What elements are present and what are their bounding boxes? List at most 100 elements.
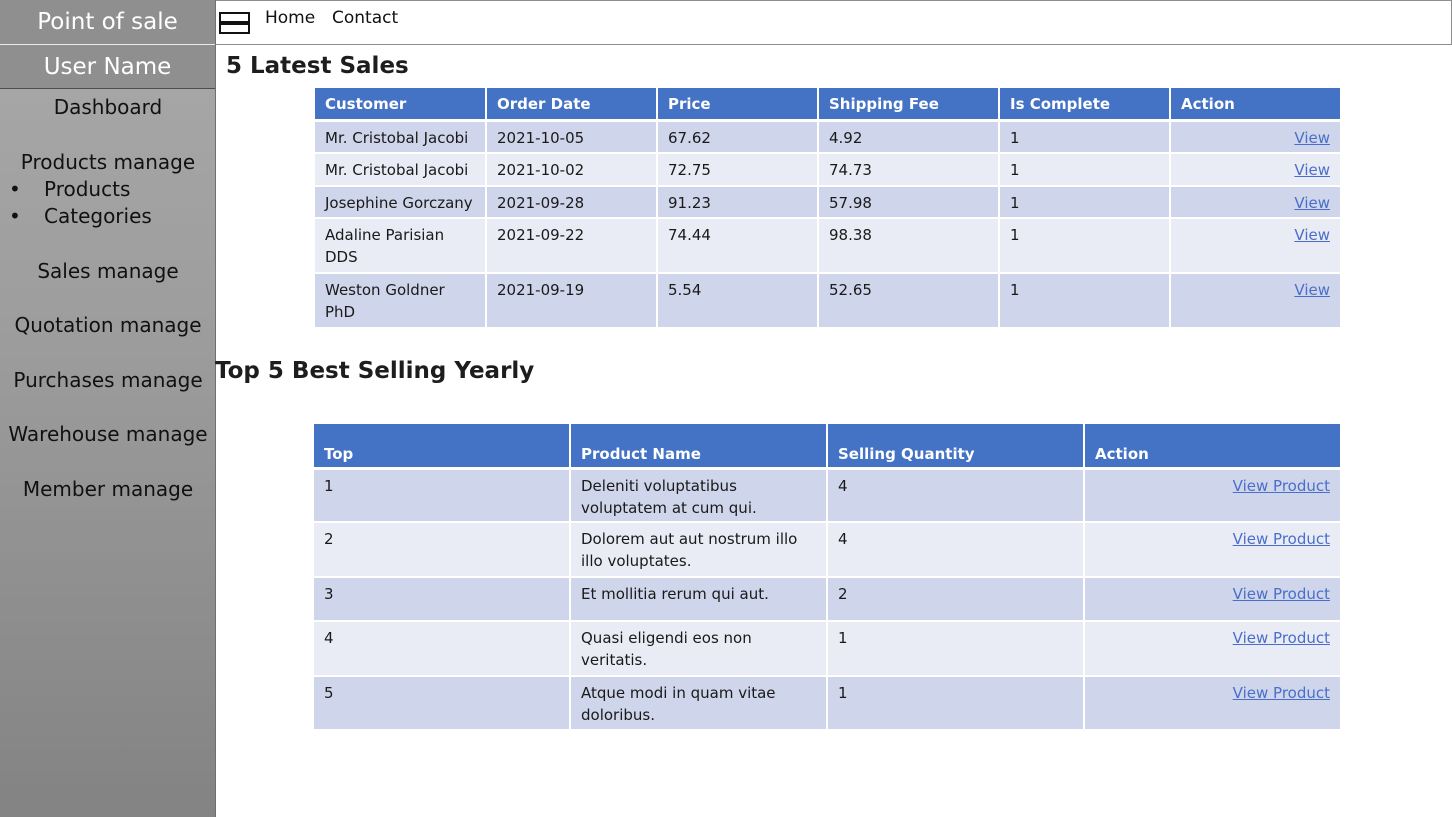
column-header-customer[interactable]: Customer bbox=[315, 88, 487, 122]
cell-product-name: Et mollitia rerum qui aut. bbox=[570, 577, 828, 622]
table-row: 2 Dolorem aut aut nostrum illo illo volu… bbox=[314, 522, 1342, 578]
column-header-action: Action bbox=[1170, 88, 1342, 122]
column-header-selling-quantity[interactable]: Selling Quantity bbox=[827, 424, 1085, 470]
table-row: 4 Quasi eligendi eos non veritatis. 1 Vi… bbox=[314, 621, 1342, 677]
cell-customer: Mr. Cristobal Jacobi bbox=[315, 120, 487, 154]
cell-order-date: 2021-10-05 bbox=[486, 120, 658, 154]
table-row: 5 Atque modi in quam vitae doloribus. 1 … bbox=[314, 676, 1342, 731]
cell-is-complete: 1 bbox=[999, 273, 1171, 329]
table-row: Josephine Gorczany 2021-09-28 91.23 57.9… bbox=[315, 186, 1342, 219]
cell-product-name: Dolorem aut aut nostrum illo illo volupt… bbox=[570, 522, 828, 578]
cell-shipping-fee: 57.98 bbox=[818, 186, 1000, 219]
column-header-price[interactable]: Price bbox=[657, 88, 819, 122]
cell-shipping-fee: 98.38 bbox=[818, 218, 1000, 274]
table-row: Adaline Parisian DDS 2021-09-22 74.44 98… bbox=[315, 218, 1342, 274]
table-row: 3 Et mollitia rerum qui aut. 2 View Prod… bbox=[314, 577, 1342, 622]
sidebar-item-sales-manage[interactable]: Sales manage bbox=[0, 259, 216, 283]
column-header-order-date[interactable]: Order Date bbox=[486, 88, 658, 122]
column-header-is-complete[interactable]: Is Complete bbox=[999, 88, 1171, 122]
cell-selling-quantity: 1 bbox=[827, 676, 1085, 731]
sidebar-subitem-products[interactable]: • Products bbox=[0, 177, 216, 203]
cell-selling-quantity: 4 bbox=[827, 468, 1085, 523]
cell-top: 2 bbox=[314, 522, 571, 578]
cell-order-date: 2021-09-19 bbox=[486, 273, 658, 329]
cell-action: View Product bbox=[1084, 577, 1342, 622]
cell-customer: Mr. Cristobal Jacobi bbox=[315, 153, 487, 187]
table-row: Mr. Cristobal Jacobi 2021-10-05 67.62 4.… bbox=[315, 120, 1342, 154]
sidebar-subitem-label: Products bbox=[44, 177, 131, 201]
cell-price: 72.75 bbox=[657, 153, 819, 187]
view-sale-link[interactable]: View bbox=[1294, 226, 1330, 244]
cell-action: View Product bbox=[1084, 621, 1342, 677]
hamburger-menu-icon[interactable] bbox=[219, 12, 250, 34]
sidebar-item-products-manage[interactable]: Products manage bbox=[0, 150, 216, 174]
sidebar-subitem-label: Categories bbox=[44, 204, 152, 228]
sidebar-item-warehouse-manage[interactable]: Warehouse manage bbox=[0, 422, 216, 446]
view-sale-link[interactable]: View bbox=[1294, 161, 1330, 179]
cell-is-complete: 1 bbox=[999, 218, 1171, 274]
cell-top: 3 bbox=[314, 577, 571, 622]
best-selling-table: Top Product Name Selling Quantity Action… bbox=[314, 424, 1342, 731]
nav-contact-link[interactable]: Contact bbox=[332, 8, 398, 28]
sidebar-item-dashboard[interactable]: Dashboard bbox=[0, 95, 216, 119]
latest-sales-heading: 5 Latest Sales bbox=[226, 53, 409, 79]
bullet-icon: • bbox=[9, 204, 21, 228]
cell-action: View bbox=[1170, 153, 1342, 187]
cell-selling-quantity: 4 bbox=[827, 522, 1085, 578]
cell-product-name: Deleniti voluptatibus voluptatem at cum … bbox=[570, 468, 828, 523]
user-name[interactable]: User Name bbox=[0, 45, 215, 89]
cell-shipping-fee: 74.73 bbox=[818, 153, 1000, 187]
sidebar-item-quotation-manage[interactable]: Quotation manage bbox=[0, 313, 216, 337]
view-sale-link[interactable]: View bbox=[1294, 129, 1330, 147]
cell-price: 5.54 bbox=[657, 273, 819, 329]
column-header-action: Action bbox=[1084, 424, 1342, 470]
cell-is-complete: 1 bbox=[999, 186, 1171, 219]
cell-action: View Product bbox=[1084, 522, 1342, 578]
bullet-icon: • bbox=[9, 177, 21, 201]
table-header-row: Customer Order Date Price Shipping Fee I… bbox=[315, 88, 1342, 122]
top-navbar: Home Contact bbox=[216, 0, 1452, 45]
latest-sales-table: Customer Order Date Price Shipping Fee I… bbox=[315, 88, 1342, 329]
cell-product-name: Quasi eligendi eos non veritatis. bbox=[570, 621, 828, 677]
cell-action: View bbox=[1170, 218, 1342, 274]
view-product-link[interactable]: View Product bbox=[1233, 530, 1330, 548]
table-row: 1 Deleniti voluptatibus voluptatem at cu… bbox=[314, 468, 1342, 523]
cell-product-name: Atque modi in quam vitae doloribus. bbox=[570, 676, 828, 731]
cell-top: 1 bbox=[314, 468, 571, 523]
cell-is-complete: 1 bbox=[999, 120, 1171, 154]
cell-action: View Product bbox=[1084, 468, 1342, 523]
cell-price: 74.44 bbox=[657, 218, 819, 274]
view-product-link[interactable]: View Product bbox=[1233, 477, 1330, 495]
cell-order-date: 2021-10-02 bbox=[486, 153, 658, 187]
cell-customer: Adaline Parisian DDS bbox=[315, 218, 487, 274]
sidebar: Point of sale User Name Dashboard Produc… bbox=[0, 0, 216, 817]
table-row: Weston Goldner PhD 2021-09-19 5.54 52.65… bbox=[315, 273, 1342, 329]
cell-action: View Product bbox=[1084, 676, 1342, 731]
table-row: Mr. Cristobal Jacobi 2021-10-02 72.75 74… bbox=[315, 153, 1342, 187]
column-header-product-name[interactable]: Product Name bbox=[570, 424, 828, 470]
cell-action: View bbox=[1170, 120, 1342, 154]
app-brand: Point of sale bbox=[0, 0, 215, 45]
sidebar-item-member-manage[interactable]: Member manage bbox=[0, 477, 216, 501]
cell-order-date: 2021-09-28 bbox=[486, 186, 658, 219]
view-product-link[interactable]: View Product bbox=[1233, 585, 1330, 603]
cell-action: View bbox=[1170, 186, 1342, 219]
cell-price: 67.62 bbox=[657, 120, 819, 154]
column-header-top[interactable]: Top bbox=[314, 424, 571, 470]
cell-customer: Weston Goldner PhD bbox=[315, 273, 487, 329]
table-header-row: Top Product Name Selling Quantity Action bbox=[314, 424, 1342, 470]
cell-top: 5 bbox=[314, 676, 571, 731]
cell-action: View bbox=[1170, 273, 1342, 329]
view-sale-link[interactable]: View bbox=[1294, 194, 1330, 212]
column-header-shipping-fee[interactable]: Shipping Fee bbox=[818, 88, 1000, 122]
nav-home-link[interactable]: Home bbox=[265, 8, 315, 28]
cell-selling-quantity: 1 bbox=[827, 621, 1085, 677]
view-product-link[interactable]: View Product bbox=[1233, 629, 1330, 647]
cell-customer: Josephine Gorczany bbox=[315, 186, 487, 219]
best-selling-heading: Top 5 Best Selling Yearly bbox=[215, 358, 535, 384]
view-product-link[interactable]: View Product bbox=[1233, 684, 1330, 702]
sidebar-subitem-categories[interactable]: • Categories bbox=[0, 204, 216, 230]
view-sale-link[interactable]: View bbox=[1294, 281, 1330, 299]
sidebar-item-purchases-manage[interactable]: Purchases manage bbox=[0, 368, 216, 392]
cell-shipping-fee: 4.92 bbox=[818, 120, 1000, 154]
